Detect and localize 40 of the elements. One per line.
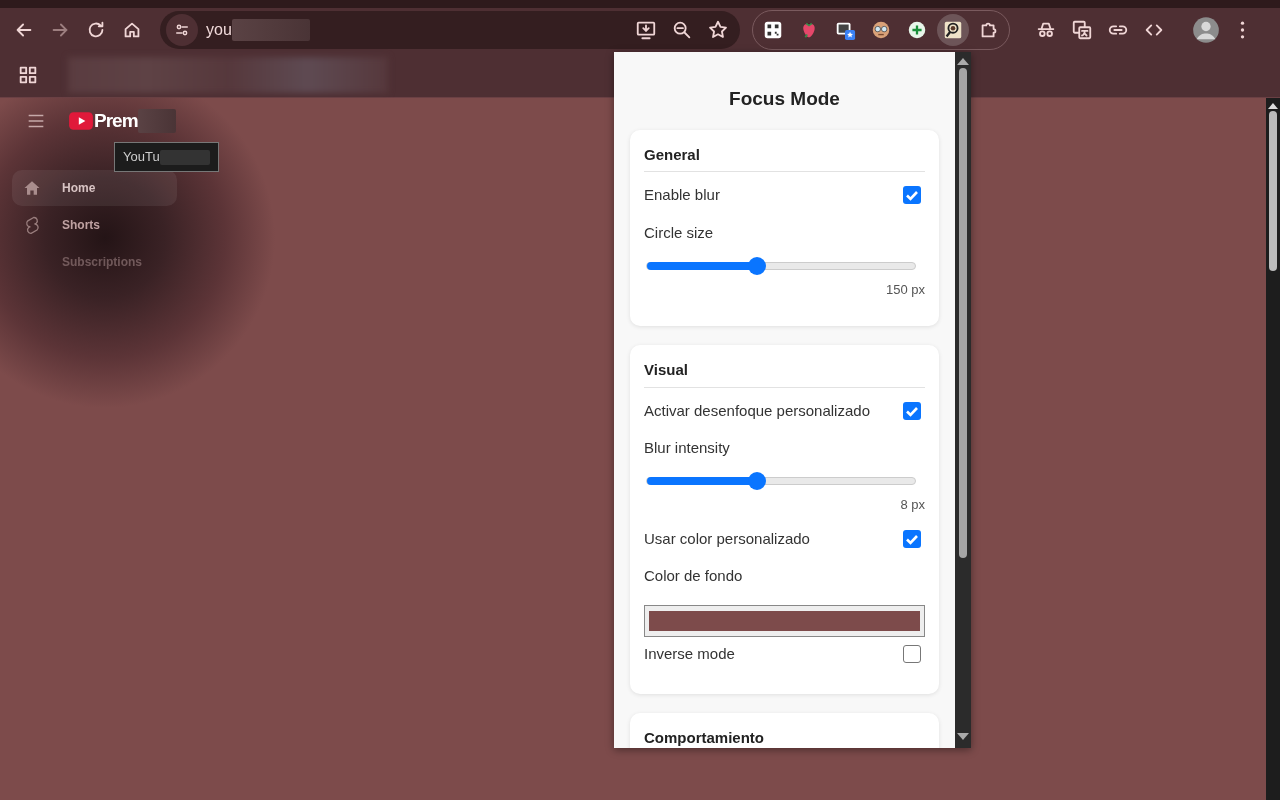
tooltip: YouTu	[114, 142, 219, 172]
slider-value: 150 px	[884, 280, 925, 299]
install-app-icon	[635, 19, 657, 41]
slider-value: 8 px	[899, 496, 925, 514]
section-title: Visual	[644, 359, 925, 388]
address-bar[interactable]: you	[160, 11, 740, 49]
color-picker-field[interactable]	[644, 605, 925, 637]
menu-icon	[1239, 21, 1245, 39]
plus-extension-icon	[906, 19, 928, 41]
setting-label: Circle size	[644, 223, 714, 241]
nav-item[interactable]: Home	[12, 170, 177, 206]
setting-label: Usar color personalizado	[644, 528, 810, 549]
checkbox[interactable]	[903, 186, 921, 205]
nav-item[interactable]: Shorts	[12, 207, 177, 243]
bookmark-star-icon	[707, 19, 729, 41]
magnifier-extension-button[interactable]	[937, 14, 969, 46]
magnifier-icon	[942, 19, 964, 41]
popup-title: Focus Mode	[728, 87, 841, 111]
logo-text: Prem	[94, 108, 138, 133]
checkbox[interactable]	[903, 401, 921, 420]
glasses-face-extension-icon	[870, 19, 892, 41]
setting-label: Color de fondo	[644, 567, 743, 584]
profile-avatar-icon	[1192, 16, 1220, 44]
translate-icon	[1071, 19, 1093, 41]
popup-scrollbar[interactable]	[955, 52, 971, 748]
checkbox[interactable]	[903, 529, 921, 548]
address-text: you	[206, 20, 232, 40]
setting-label: Blur intensity	[644, 439, 730, 456]
setting-label: Enable blur	[644, 185, 720, 205]
section-title: General	[644, 143, 925, 172]
slider-thumb[interactable]	[747, 256, 766, 275]
slider-thumb[interactable]	[747, 472, 766, 490]
setting-label: Inverse mode	[644, 644, 735, 664]
redacted-area	[137, 109, 176, 133]
qr-code-extension-icon	[762, 19, 784, 41]
page-scrollbar[interactable]	[1266, 98, 1280, 800]
section-title: Comportamiento	[644, 727, 765, 748]
zoom-out-icon	[671, 19, 693, 41]
setting-label: Activar desenfoque personalizado	[644, 400, 870, 421]
checkbox[interactable]	[903, 645, 921, 664]
